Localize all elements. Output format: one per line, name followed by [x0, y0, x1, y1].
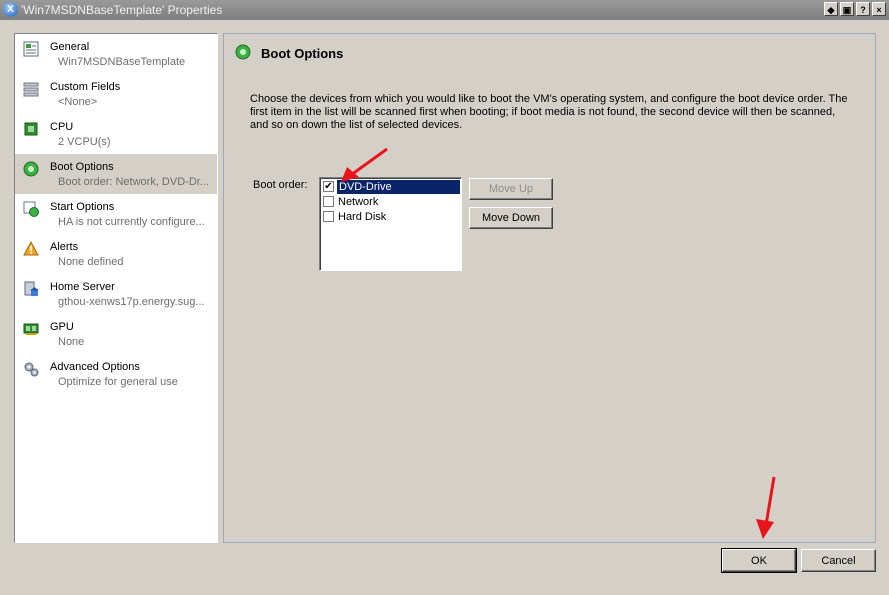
title-bar: X 'Win7MSDNBaseTemplate' Properties ◆ ▣ …: [0, 0, 889, 20]
sidebar-item-advanced-options[interactable]: Advanced Options Optimize for general us…: [15, 354, 217, 394]
start-options-icon: [23, 201, 39, 217]
cancel-button[interactable]: Cancel: [801, 549, 876, 572]
sidebar-item-gpu[interactable]: GPU None: [15, 314, 217, 354]
boot-device-checkbox[interactable]: [323, 196, 334, 207]
sidebar-item-boot-options[interactable]: Boot Options Boot order: Network, DVD-Dr…: [15, 154, 217, 194]
sidebar-item-cpu[interactable]: CPU 2 VCPU(s): [15, 114, 217, 154]
gpu-icon: [23, 321, 39, 337]
cpu-icon: [23, 121, 39, 137]
sidebar-item-name: Advanced Options: [50, 361, 140, 373]
sidebar-item-name: CPU: [50, 121, 74, 133]
sidebar-item-name: Custom Fields: [50, 81, 121, 93]
sidebar-item-general[interactable]: General Win7MSDNBaseTemplate: [15, 34, 217, 74]
boot-device-checkbox[interactable]: [323, 211, 334, 222]
sidebar-item-name: Alerts: [50, 241, 79, 253]
boot-device-label: Hard Disk: [338, 211, 387, 223]
sidebar-item-summary: <None>: [58, 96, 98, 108]
move-down-button[interactable]: Move Down: [469, 207, 553, 229]
boot-options-panel: Boot Options Choose the devices from whi…: [223, 33, 876, 543]
boot-device-network[interactable]: Network: [322, 195, 460, 209]
properties-sidebar: General Win7MSDNBaseTemplate Custom Fiel…: [14, 33, 218, 543]
sidebar-item-start-options[interactable]: Start Options HA is not currently config…: [15, 194, 217, 234]
boot-options-icon: [23, 161, 39, 177]
sidebar-item-home-server[interactable]: Home Server gthou-xenws17p.energy.sug...: [15, 274, 217, 314]
sidebar-item-name: Start Options: [50, 201, 115, 213]
custom-fields-icon: [23, 81, 39, 97]
panel-description: Choose the devices from which you would …: [250, 93, 848, 131]
help-icon[interactable]: ?: [856, 2, 870, 16]
close-icon[interactable]: ×: [872, 2, 886, 16]
boot-order-list[interactable]: ✔ DVD-Drive Network Hard Disk: [319, 177, 462, 271]
restore-icon[interactable]: ◆: [824, 2, 838, 16]
window-title: 'Win7MSDNBaseTemplate' Properties: [21, 3, 223, 17]
sidebar-item-summary: HA is not currently configure...: [58, 216, 205, 228]
boot-order-label: Boot order:: [253, 179, 308, 191]
sidebar-item-summary: 2 VCPU(s): [58, 136, 111, 148]
panel-title: Boot Options: [261, 46, 344, 61]
general-icon: [23, 41, 39, 57]
boot-options-icon: [235, 44, 251, 63]
boot-device-checkbox[interactable]: ✔: [323, 181, 334, 192]
sidebar-item-summary: Optimize for general use: [58, 376, 178, 388]
sidebar-item-name: GPU: [50, 321, 74, 333]
boot-device-hard-disk[interactable]: Hard Disk: [322, 210, 460, 224]
alert-icon: [23, 241, 39, 257]
sidebar-item-summary: Win7MSDNBaseTemplate: [58, 56, 186, 68]
sidebar-item-custom-fields[interactable]: Custom Fields <None>: [15, 74, 217, 114]
xencenter-app-icon: X: [3, 2, 18, 17]
ok-button[interactable]: OK: [721, 548, 797, 573]
sidebar-item-summary: Boot order: Network, DVD-Dr...: [58, 176, 209, 188]
boot-device-label: Network: [338, 196, 379, 208]
annotation-arrow-icon: [341, 147, 388, 182]
maximize-icon[interactable]: ▣: [840, 2, 854, 16]
home-server-icon: [23, 281, 39, 297]
sidebar-item-alerts[interactable]: Alerts None defined: [15, 234, 217, 274]
sidebar-item-summary: None: [58, 336, 85, 348]
window-controls: ◆ ▣ ? ×: [824, 2, 886, 16]
sidebar-item-name: Home Server: [50, 281, 115, 293]
sidebar-item-summary: gthou-xenws17p.energy.sug...: [58, 296, 205, 308]
advanced-options-icon: [23, 361, 39, 377]
sidebar-item-name: General: [50, 41, 90, 53]
sidebar-item-name: Boot Options: [50, 161, 114, 173]
sidebar-item-summary: None defined: [58, 256, 124, 268]
annotation-arrow-icon: [756, 476, 776, 539]
move-up-button[interactable]: Move Up: [469, 178, 553, 200]
